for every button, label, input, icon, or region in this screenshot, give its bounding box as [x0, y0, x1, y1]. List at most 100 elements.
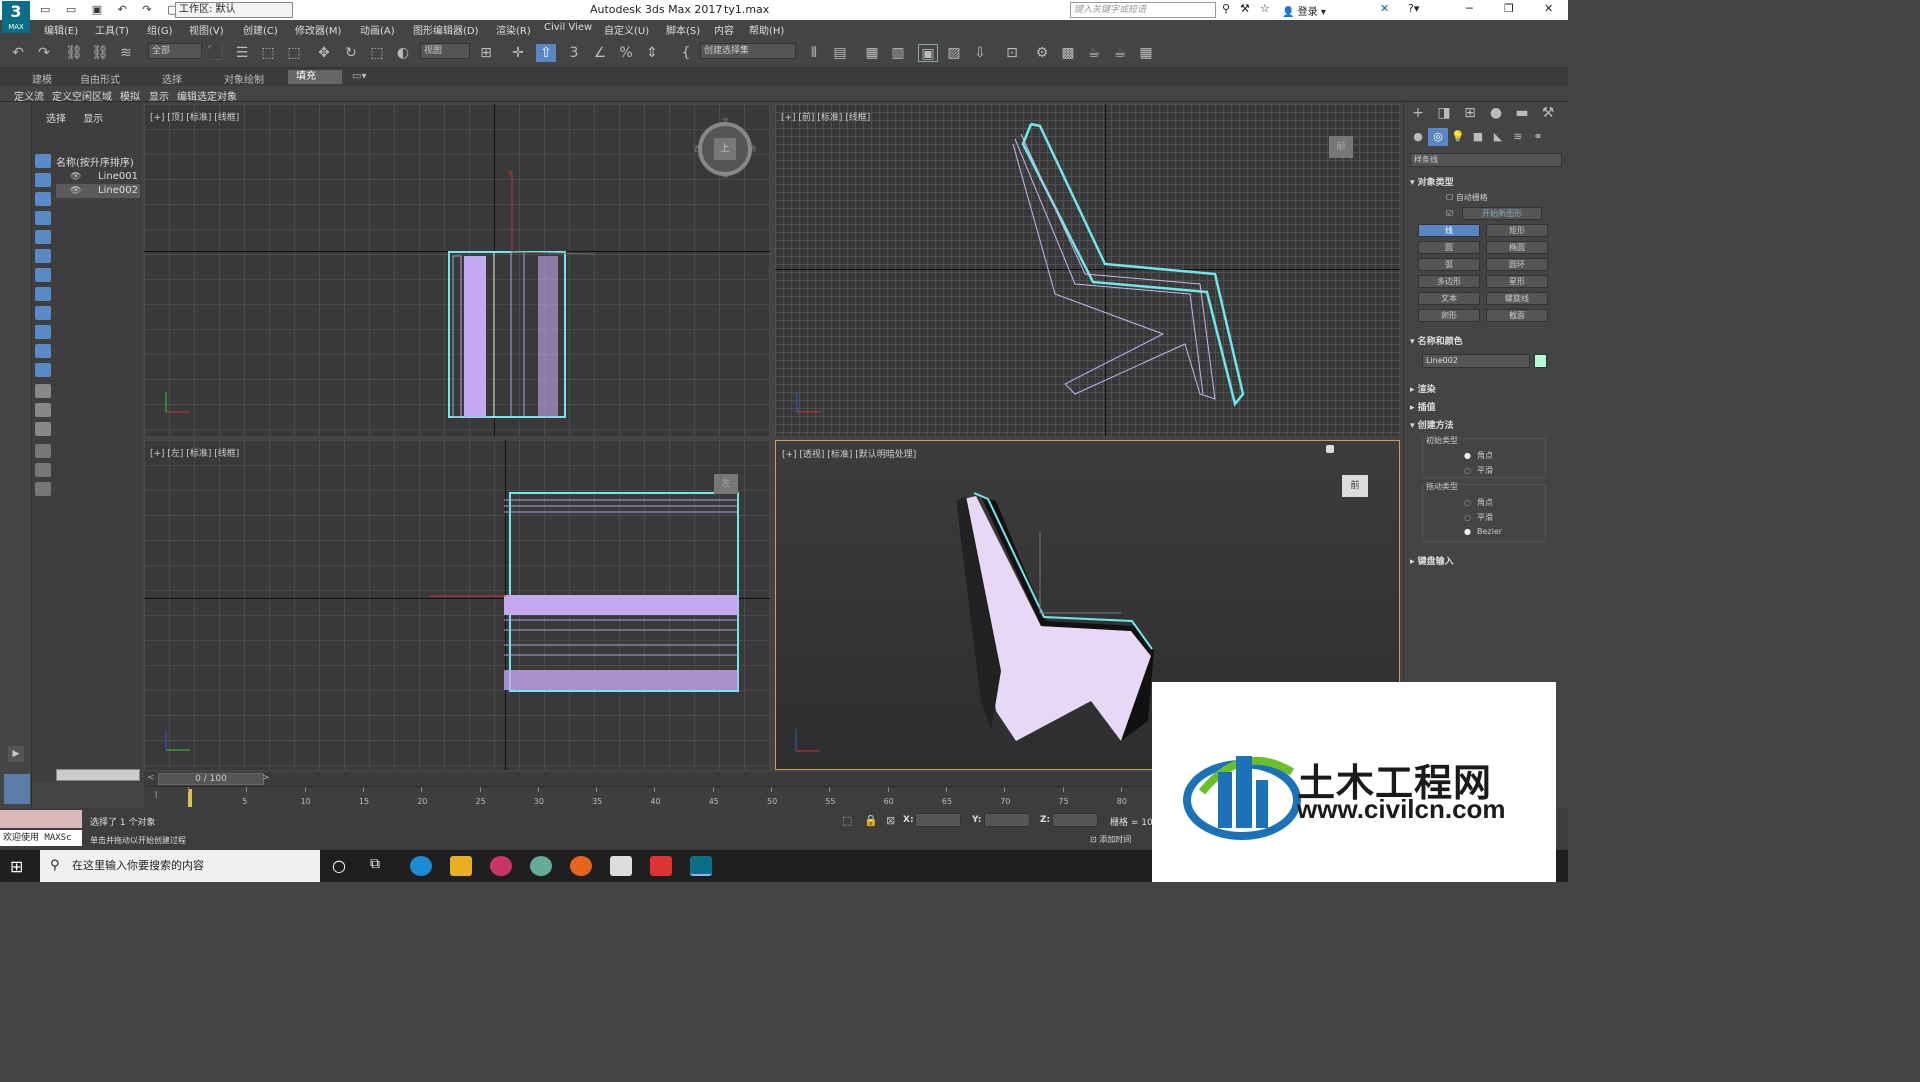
spinner-snap-icon[interactable]: ⇕ [642, 44, 662, 62]
invert-filter-icon[interactable] [35, 422, 51, 436]
viewcube-south[interactable]: 南 [722, 170, 729, 180]
menu-create[interactable]: 创建(C) [243, 22, 278, 37]
minimize-icon[interactable]: ─ [1466, 2, 1473, 15]
expand-arrow-icon[interactable]: ▶ [8, 746, 24, 762]
binoculars-icon[interactable]: ⚲ [1222, 2, 1230, 15]
schematic-view-icon[interactable]: ⇩ [970, 44, 990, 62]
keyboard-shortcut-icon[interactable]: ⇧ [536, 44, 556, 62]
spacewarps-icon[interactable]: ≋ [1508, 128, 1528, 146]
named-selection-icon[interactable]: { [676, 44, 696, 62]
app-logo[interactable]: 3 MAX [2, 1, 30, 33]
redo-icon[interactable]: ↷ [34, 44, 54, 62]
render-setup-icon[interactable]: ⚙ [1032, 44, 1052, 62]
autodesk-x-icon[interactable]: ✕ [1380, 2, 1389, 15]
lights-icon[interactable]: 💡 [1448, 128, 1468, 146]
helper-filter-icon[interactable] [35, 230, 51, 244]
viewcube[interactable]: 前 [1342, 475, 1368, 497]
z-coord-field[interactable] [1052, 813, 1098, 827]
drag-corner-radio[interactable]: 角点 [1464, 497, 1493, 508]
move-icon[interactable]: ✥ [314, 44, 334, 62]
add-time-tag[interactable]: ⊡ 添加时间 [1090, 834, 1131, 845]
place-icon[interactable]: ◐ [393, 44, 413, 62]
bind-space-warp-icon[interactable]: ≋ [116, 44, 136, 62]
circle-button[interactable]: 圆 [1418, 241, 1480, 254]
maxscript-listener[interactable] [0, 810, 82, 828]
group-filter-icon[interactable] [35, 268, 51, 282]
toggle-ribbon-icon[interactable]: ▥ [888, 44, 908, 62]
pivot-icon[interactable]: ⊞ [476, 44, 496, 62]
app-icon-1[interactable] [490, 856, 512, 876]
workspace-dropdown[interactable]: 工作区: 默认 [175, 2, 293, 18]
viewport-front[interactable]: [+] [前] [标准] [线框] 前 [775, 104, 1400, 436]
section-button[interactable]: 截面 [1486, 309, 1548, 322]
rollout-keyboard-entry[interactable]: ▸ 键盘输入 [1410, 554, 1562, 567]
category-dropdown[interactable]: 样条线 [1410, 153, 1562, 167]
align-icon[interactable]: ▤ [830, 44, 850, 62]
menu-edit[interactable]: 编辑(E) [44, 22, 78, 37]
drag-bezier-radio[interactable]: Bezier [1464, 527, 1502, 536]
curve-editor-mini-icon[interactable]: ⌇ [154, 791, 158, 801]
hidden-filter-icon[interactable] [35, 363, 51, 377]
tab-selection[interactable]: 选择 [162, 71, 182, 86]
display[interactable]: 显示 [149, 88, 169, 103]
mirror-icon[interactable]: ⫴ [804, 44, 824, 62]
viewport-label[interactable]: [+] [透视] [标准] [默认明暗处理] [782, 447, 916, 460]
rendered-frame-icon[interactable]: ▩ [1058, 44, 1078, 62]
select-object-icon[interactable]: ⬛ [205, 44, 225, 62]
snap-toggle-icon[interactable]: 3 [564, 44, 584, 62]
material-editor-icon[interactable]: ⊡ [1002, 44, 1022, 62]
motion-tab-icon[interactable]: ● [1486, 104, 1506, 122]
viewport-label[interactable]: [+] [前] [标准] [线框] [781, 110, 870, 123]
light-filter-icon[interactable] [35, 192, 51, 206]
viewcube-north[interactable]: 北 [722, 116, 729, 126]
menu-rendering[interactable]: 渲染(R) [496, 22, 531, 37]
explorer-tab-select[interactable]: 选择 [46, 114, 66, 125]
define-idle-area[interactable]: 定义空闲区域 [52, 88, 112, 103]
menu-group[interactable]: 组(G) [147, 22, 173, 37]
windows-start-icon[interactable]: ⊞ [10, 857, 28, 876]
shape-filter-icon[interactable] [35, 173, 51, 187]
autogrid-checkbox[interactable]: ☐ 自动栅格 [1446, 192, 1488, 203]
unlink-icon[interactable]: ⛓ [90, 44, 110, 62]
line-button[interactable]: 线 [1418, 224, 1480, 237]
reference-coord-dropdown[interactable]: 视图 [420, 43, 470, 59]
task-view-icon[interactable]: ⧉ [370, 856, 380, 872]
login-button[interactable]: 👤 登录 ▾ [1282, 3, 1326, 18]
tab-populate[interactable]: 填充 [288, 70, 342, 84]
start-new-shape-button[interactable]: 开始新图形 [1462, 207, 1542, 220]
rotate-icon[interactable]: ↻ [341, 44, 361, 62]
ribbon-options-icon[interactable]: ▭▾ [352, 71, 366, 82]
none-filter-icon[interactable] [35, 403, 51, 417]
next-frame-icon[interactable]: > [262, 773, 270, 783]
initial-smooth-radio[interactable]: 平滑 [1464, 465, 1493, 476]
menu-animation[interactable]: 动画(A) [360, 22, 395, 37]
rollout-interpolation[interactable]: ▸ 插值 [1410, 400, 1562, 413]
rollout-object-type[interactable]: ▾ 对象类型 [1410, 175, 1562, 188]
home-icon[interactable] [1326, 445, 1334, 453]
help-icon[interactable]: ?▾ [1408, 2, 1419, 15]
egg-button[interactable]: 卵形 [1418, 309, 1480, 322]
render-iterative-icon[interactable]: ☕ [1110, 44, 1130, 62]
menu-modifiers[interactable]: 修改器(M) [295, 22, 341, 37]
list-item[interactable]: 👁 Line001 [56, 170, 140, 184]
list-item[interactable]: 👁 Line002 [56, 184, 140, 198]
ellipse-button[interactable]: 椭圆 [1486, 241, 1548, 254]
layer-explorer-icon[interactable]: ▦ [862, 44, 882, 62]
absolute-mode-icon[interactable]: ⊠ [886, 814, 895, 827]
ngon-button[interactable]: 多边形 [1418, 275, 1480, 288]
3dsmax-taskbar-icon[interactable] [690, 856, 712, 876]
xref-filter-icon[interactable] [35, 287, 51, 301]
named-selection-dropdown[interactable]: 创建选择集 [700, 43, 796, 59]
isolate-icon[interactable]: ⬚ [842, 814, 852, 827]
all-filter-icon[interactable] [35, 384, 51, 398]
star-icon[interactable]: ☆ [1260, 2, 1270, 15]
simulate[interactable]: 模拟 [120, 88, 140, 103]
viewcube[interactable]: 左 [714, 474, 738, 494]
viewport-label[interactable]: [+] [顶] [标准] [线框] [150, 110, 239, 123]
menu-content[interactable]: 内容 [714, 22, 734, 37]
x-coord-field[interactable] [915, 813, 961, 827]
edge-icon[interactable] [410, 856, 432, 876]
viewcube[interactable]: 上 [698, 122, 752, 176]
camera-filter-icon[interactable] [35, 211, 51, 225]
rectangle-button[interactable]: 矩形 [1486, 224, 1548, 237]
